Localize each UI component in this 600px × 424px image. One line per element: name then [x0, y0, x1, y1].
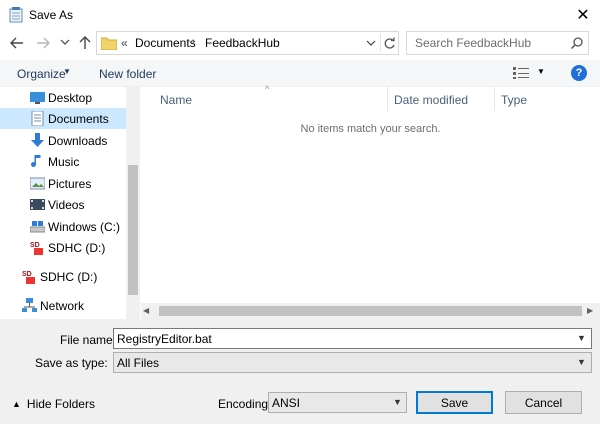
pictures-icon — [30, 177, 45, 190]
forward-arrow-icon[interactable] — [34, 34, 52, 52]
refresh-button[interactable] — [380, 34, 398, 52]
horizontal-scrollbar[interactable]: ◀ ▶ — [141, 303, 600, 319]
breadcrumb-documents[interactable]: Documents — [135, 36, 196, 50]
help-glyph: ? — [575, 67, 583, 79]
nav-label: Windows (C:) — [48, 220, 121, 234]
address-bar[interactable]: « Documents › FeedbackHub — [96, 31, 399, 55]
search-icon — [570, 37, 583, 50]
nav-label: Pictures — [48, 177, 92, 191]
scroll-left-icon[interactable]: ◀ — [143, 306, 149, 315]
nav-item-sdhc-d-root[interactable]: SD SDHC (D:) — [0, 266, 118, 287]
folder-icon — [101, 37, 117, 50]
column-header-name[interactable]: Name — [160, 93, 192, 107]
nav-item-videos[interactable]: Videos — [0, 194, 126, 215]
nav-item-downloads[interactable]: Downloads — [0, 130, 126, 151]
horizontal-scrollbar-thumb[interactable] — [159, 306, 582, 316]
address-dropdown-icon[interactable] — [365, 37, 377, 49]
help-icon[interactable]: ? — [571, 65, 587, 81]
hide-folders-button[interactable]: ▲ Hide Folders — [12, 397, 95, 411]
nav-label: Desktop — [48, 91, 93, 105]
navigation-pane: Desktop Documents Downloads Music Pictur… — [0, 87, 141, 319]
network-icon — [22, 298, 37, 312]
search-placeholder: Search FeedbackHub — [415, 36, 532, 50]
encoding-select[interactable]: ANSI ▼ — [268, 392, 407, 413]
nav-item-documents[interactable]: Documents — [0, 108, 126, 129]
search-input[interactable]: Search FeedbackHub — [406, 31, 589, 55]
nav-label: Documents — [48, 112, 109, 126]
file-name-label: File name: — [60, 333, 117, 347]
refresh-icon — [384, 37, 395, 49]
back-arrow-icon[interactable] — [8, 34, 26, 52]
encoding-value: ANSI — [272, 396, 301, 410]
view-options-caret-icon[interactable]: ▼ — [537, 67, 545, 76]
column-divider[interactable] — [494, 87, 495, 111]
sort-indicator-icon: ^ — [265, 84, 270, 94]
notepad-icon — [9, 7, 23, 23]
nav-label: SDHC (D:) — [48, 241, 106, 255]
nav-label: Downloads — [48, 134, 108, 148]
nav-item-desktop[interactable]: Desktop — [0, 87, 126, 108]
nav-item-music[interactable]: Music — [0, 151, 126, 172]
window-title: Save As — [29, 8, 74, 22]
encoding-dropdown-icon: ▼ — [393, 397, 402, 407]
nav-label: Videos — [48, 198, 85, 212]
nav-label: SDHC (D:) — [40, 270, 98, 284]
organize-menu[interactable]: Organize — [17, 67, 66, 81]
save-as-type-value: All Files — [117, 356, 160, 370]
breadcrumb-overflow[interactable]: « — [121, 36, 128, 50]
chevron-up-icon: ▲ — [12, 399, 21, 409]
nav-label: Network — [40, 299, 85, 313]
title-bar: Save As ✕ — [0, 0, 600, 30]
nav-item-windows-c[interactable]: Windows (C:) — [0, 216, 126, 237]
column-header-type[interactable]: Type — [501, 93, 527, 107]
close-icon: ✕ — [576, 7, 590, 24]
scroll-right-icon[interactable]: ▶ — [587, 306, 593, 315]
downloads-icon — [31, 133, 44, 147]
videos-icon — [30, 199, 45, 210]
desktop-icon — [30, 92, 45, 104]
nav-scrollbar[interactable] — [126, 87, 140, 319]
column-header-date-modified[interactable]: Date modified — [394, 93, 468, 107]
hide-folders-label: Hide Folders — [26, 397, 95, 411]
sd-card-icon: SD — [30, 242, 43, 255]
column-divider[interactable] — [387, 87, 388, 111]
command-toolbar: Organize ▼ New folder ▼ ? — [0, 60, 600, 87]
empty-state-message: No items match your search. — [300, 123, 441, 135]
file-name-field[interactable]: RegistryEditor.bat ▼ — [113, 328, 592, 349]
breadcrumb-feedbackhub[interactable]: FeedbackHub — [205, 36, 280, 50]
close-button[interactable]: ✕ — [566, 0, 600, 30]
music-icon — [31, 155, 41, 167]
save-as-type-select[interactable]: All Files ▼ — [113, 352, 592, 373]
nav-label: Music — [48, 155, 80, 169]
nav-item-sdhc-d[interactable]: SD SDHC (D:) — [0, 237, 126, 258]
nav-item-network[interactable]: Network — [0, 295, 118, 316]
documents-icon — [31, 111, 44, 126]
recent-locations-chevron-icon[interactable] — [60, 37, 70, 47]
drive-icon — [30, 221, 45, 233]
save-as-type-label: Save as type: — [35, 356, 108, 370]
file-name-dropdown-icon[interactable]: ▼ — [577, 333, 586, 343]
save-as-type-dropdown-icon: ▼ — [577, 357, 586, 367]
nav-scrollbar-thumb[interactable] — [128, 165, 138, 295]
cancel-button[interactable]: Cancel — [505, 391, 582, 414]
file-list-pane: ^ Name Date modified Type No items match… — [141, 84, 600, 319]
new-folder-button[interactable]: New folder — [99, 67, 156, 81]
sd-card-icon: SD — [22, 271, 35, 284]
file-name-value: RegistryEditor.bat — [117, 332, 212, 346]
encoding-label: Encoding: — [218, 397, 272, 411]
view-details-icon[interactable] — [513, 67, 529, 79]
svg-text:SD: SD — [30, 242, 40, 249]
save-button[interactable]: Save — [416, 391, 493, 414]
svg-text:SD: SD — [22, 271, 32, 278]
up-arrow-icon[interactable] — [76, 34, 94, 52]
save-form-panel: File name: RegistryEditor.bat ▼ Save as … — [0, 319, 600, 424]
organize-caret-icon[interactable]: ▼ — [63, 67, 71, 76]
nav-item-pictures[interactable]: Pictures — [0, 173, 126, 194]
breadcrumb-separator-icon[interactable]: › — [192, 36, 195, 47]
